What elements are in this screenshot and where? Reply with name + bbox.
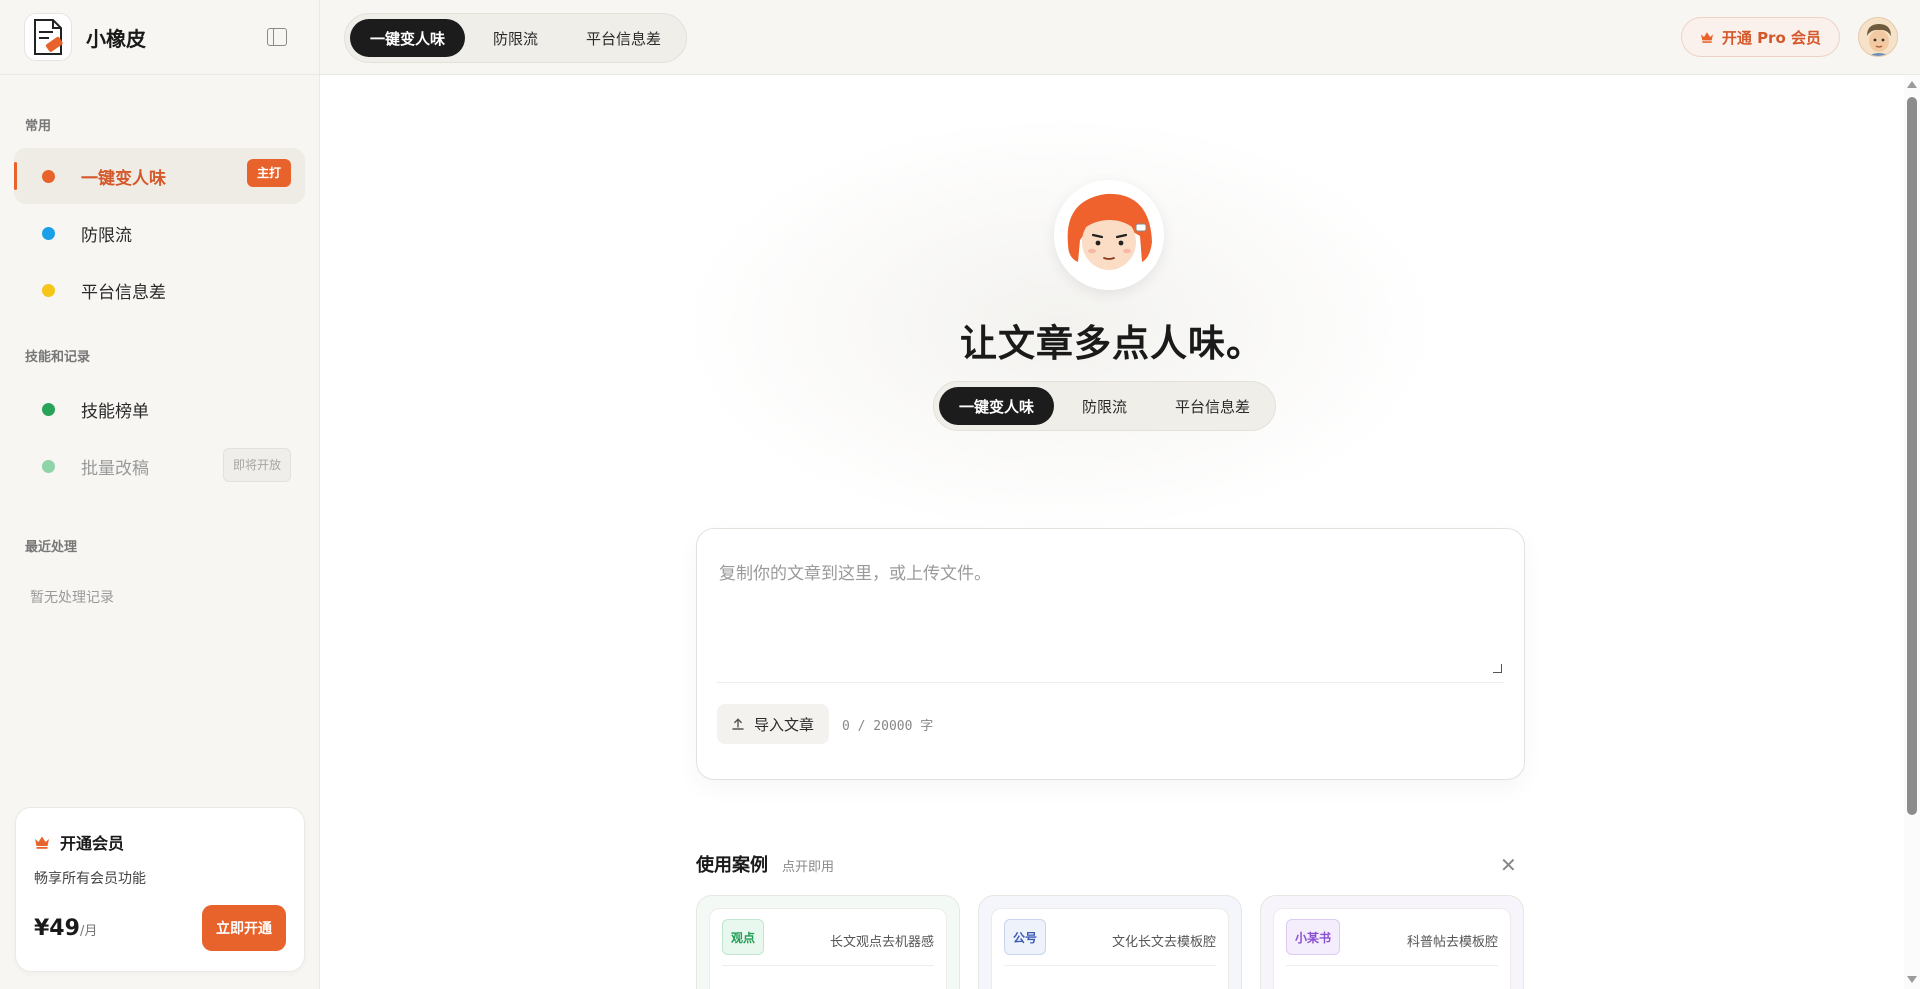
use-cases-title: 使用案例 — [696, 855, 768, 876]
tab-humanize[interactable]: 一键变人味 — [350, 19, 466, 57]
upgrade-pro-label: 开通 Pro 会员 — [1721, 28, 1821, 47]
brand-header: 小橡皮 — [0, 0, 319, 75]
case-divider — [1286, 965, 1498, 966]
case-card-body: 公号 文化长文去模板腔 — [991, 908, 1229, 989]
case-label: 科普帖去模板腔 — [1406, 935, 1498, 950]
hero-mode-tabs: 一键变人味 防限流 平台信息差 — [933, 381, 1277, 431]
upload-icon — [732, 718, 744, 730]
case-tag: 公号 — [1004, 919, 1047, 955]
article-input[interactable]: 复制你的文章到这里，或上传文件。 — [719, 559, 991, 584]
case-card-body: 小某书 科普帖去模板腔 — [1273, 908, 1511, 989]
sidebar: 小橡皮 常用 一键变人味 主打 防限流 平台信息差 技能和记录 技能榜单 批量改… — [0, 0, 320, 989]
case-tag: 观点 — [722, 919, 765, 955]
crown-icon — [1700, 32, 1713, 43]
vertical-scrollbar[interactable] — [1904, 75, 1920, 989]
price-unit: /月 — [79, 924, 98, 939]
import-article-button[interactable]: 导入文章 — [717, 704, 830, 744]
status-dot-icon — [42, 169, 55, 183]
sidebar-toggle-icon[interactable] — [267, 28, 287, 46]
user-avatar[interactable] — [1858, 17, 1898, 57]
section-title-skills: 技能和记录 — [25, 350, 91, 365]
case-card-body: 观点 长文观点去机器感 — [709, 908, 947, 989]
tab-platform-gap[interactable]: 平台信息差 — [1155, 387, 1270, 425]
sidebar-item-label: 一键变人味 — [81, 168, 166, 189]
case-label: 文化长文去模板腔 — [1111, 935, 1216, 950]
status-dot-icon — [42, 402, 55, 416]
mascot-girl-icon — [1054, 180, 1164, 290]
tab-platform-gap[interactable]: 平台信息差 — [566, 19, 681, 57]
featured-badge: 主打 — [246, 159, 291, 187]
tab-anti-throttle[interactable]: 防限流 — [473, 19, 558, 57]
scroll-down-icon[interactable] — [1907, 976, 1917, 983]
status-dot-icon — [42, 459, 55, 473]
section-title-recent: 最近处理 — [25, 540, 78, 555]
scroll-up-icon[interactable] — [1907, 81, 1917, 88]
top-mode-tabs: 一键变人味 防限流 平台信息差 — [344, 13, 688, 63]
editor-divider — [717, 682, 1504, 683]
status-dot-icon — [42, 283, 55, 297]
member-desc: 畅享所有会员功能 — [34, 871, 146, 887]
use-cases-subtitle: 点开即用 — [782, 860, 835, 875]
app-name: 小橡皮 — [86, 26, 146, 51]
recent-empty-note: 暂无处理记录 — [30, 590, 114, 606]
page-title: 让文章多点人味。 — [960, 322, 1264, 365]
status-dot-icon — [42, 226, 55, 240]
sidebar-item-skill-ranking[interactable]: 技能榜单 — [14, 381, 305, 437]
article-editor[interactable]: 复制你的文章到这里，或上传文件。 导入文章 0 / 20000 字 — [696, 528, 1525, 780]
scroll-thumb[interactable] — [1907, 97, 1917, 815]
member-card: 开通会员 畅享所有会员功能 ¥49/月 立即开通 — [15, 807, 305, 972]
user-face-icon — [1859, 18, 1897, 56]
resize-handle-icon[interactable] — [1493, 664, 1502, 673]
subscribe-now-button[interactable]: 立即开通 — [202, 905, 286, 951]
document-eraser-icon — [34, 19, 63, 55]
main-content: 让文章多点人味。 一键变人味 防限流 平台信息差 复制你的文章到这里，或上传文件… — [320, 75, 1904, 989]
word-counter: 0 / 20000 字 — [842, 719, 934, 734]
case-tag: 小某书 — [1286, 919, 1341, 955]
case-divider — [1004, 965, 1216, 966]
sidebar-item-label: 技能榜单 — [81, 401, 149, 422]
topbar: 一键变人味 防限流 平台信息差 开通 Pro 会员 — [320, 0, 1920, 75]
sidebar-item-platform-gap[interactable]: 平台信息差 — [14, 262, 305, 318]
sidebar-item-humanize[interactable]: 一键变人味 主打 — [14, 148, 305, 204]
member-card-title: 开通会员 — [34, 830, 286, 854]
use-cases-header: 使用案例 点开即用 — [696, 851, 834, 877]
member-price: ¥49/月 — [34, 916, 97, 941]
section-title-common: 常用 — [25, 119, 52, 134]
sidebar-item-batch-edit: 批量改稿 即将开放 — [14, 438, 305, 494]
crown-icon — [35, 836, 49, 849]
tab-humanize[interactable]: 一键变人味 — [939, 387, 1055, 425]
tab-anti-throttle[interactable]: 防限流 — [1062, 387, 1147, 425]
app-logo[interactable] — [24, 13, 72, 61]
coming-soon-badge: 即将开放 — [222, 448, 291, 482]
price-value: ¥49 — [34, 916, 80, 941]
upgrade-pro-button[interactable]: 开通 Pro 会员 — [1680, 17, 1840, 57]
case-card-wechat[interactable]: 公号 文化长文去模板腔 — [978, 895, 1242, 989]
sidebar-item-anti-throttle[interactable]: 防限流 — [14, 205, 305, 261]
member-title-text: 开通会员 — [60, 834, 125, 853]
import-article-label: 导入文章 — [754, 715, 815, 734]
sidebar-item-label: 防限流 — [81, 225, 132, 246]
case-card-xiaohongshu[interactable]: 小某书 科普帖去模板腔 — [1260, 895, 1524, 989]
mascot-avatar — [1054, 180, 1164, 290]
close-icon[interactable]: ✕ — [1500, 855, 1517, 875]
case-label: 长文观点去机器感 — [829, 935, 934, 950]
sidebar-item-label: 批量改稿 — [81, 458, 149, 479]
case-divider — [722, 965, 934, 966]
case-card-opinion[interactable]: 观点 长文观点去机器感 — [696, 895, 960, 989]
sidebar-item-label: 平台信息差 — [81, 282, 166, 303]
